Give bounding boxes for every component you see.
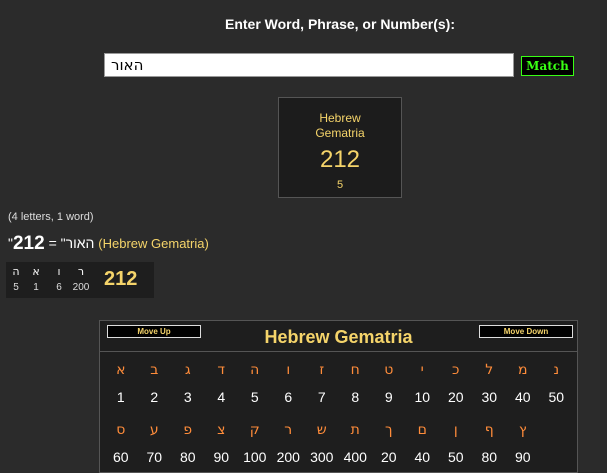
table-letter: צ: [217, 422, 226, 438]
table-letter: כ: [452, 362, 460, 378]
table-letter: ר: [284, 422, 293, 438]
table-value: 10: [414, 389, 431, 405]
move-down-button[interactable]: Move Down: [479, 325, 573, 338]
table-value: 8: [351, 389, 360, 405]
breakdown-value: 200: [72, 282, 90, 293]
table-letter: ח: [350, 362, 360, 378]
table-letter: ם: [417, 422, 427, 438]
table-value: 20: [380, 449, 397, 465]
table-value: 5: [250, 389, 259, 405]
table-value: 90: [514, 449, 531, 465]
divider: [100, 351, 577, 352]
breakdown-letter: ו: [57, 265, 61, 278]
value-row: 60 70 80 90 100 200 300 400 20 40 50 80 90: [104, 445, 573, 469]
table-letter: ק: [249, 422, 260, 438]
table-letter: ע: [149, 422, 159, 438]
word-input[interactable]: [104, 53, 514, 77]
breakdown-column: ה 5: [8, 265, 24, 293]
table-letter: ך: [384, 422, 393, 438]
table-letter: ד: [217, 362, 226, 378]
table-letter: ת: [350, 422, 360, 438]
cipher-label-line2: Gematria: [315, 126, 365, 140]
table-letter: ב: [150, 362, 159, 378]
table-letter: ה: [250, 362, 260, 378]
breakdown-letter: א: [32, 265, 40, 278]
table-letter: ף: [484, 422, 494, 438]
table-value: 2: [150, 389, 159, 405]
letter-row: סעפצקרשתךםןףץ: [104, 418, 573, 442]
table-letter: ן: [453, 422, 458, 438]
gematria-value: 212: [319, 146, 361, 173]
breakdown-total: 212: [104, 268, 138, 290]
breakdown-value: 6: [56, 282, 62, 293]
table-value: 40: [414, 449, 431, 465]
table-letter: ו: [286, 362, 291, 378]
table-value: 200: [276, 449, 300, 465]
letter-breakdown: ה 5 א 1 ו 6 ר 200 212: [6, 262, 154, 298]
table-letter: ס: [116, 422, 126, 438]
match-button[interactable]: Match: [521, 56, 574, 76]
table-letter: פ: [183, 422, 193, 438]
table-letter: ל: [485, 362, 494, 378]
table-value: 80: [481, 449, 498, 465]
breakdown-value: 1: [33, 282, 39, 293]
table-value: 6: [284, 389, 293, 405]
letter-word-count: (4 letters, 1 word): [8, 211, 94, 223]
equation-line: "האור" = 212 (Hebrew Gematria): [8, 233, 209, 255]
letter-row: אבגדהוזחטיכלמנ: [104, 358, 573, 382]
table-value: 9: [384, 389, 393, 405]
table-value: 70: [146, 449, 163, 465]
match-count[interactable]: 5: [279, 179, 401, 191]
breakdown-letter: ר: [77, 265, 85, 278]
table-letter: ג: [184, 362, 191, 378]
cipher-label: Hebrew Gematria: [279, 111, 401, 141]
table-value: 1: [116, 389, 125, 405]
table-value: 60: [112, 449, 129, 465]
cipher-label-line1: Hebrew: [319, 111, 361, 125]
prompt-heading: Enter Word, Phrase, or Number(s):: [224, 16, 455, 32]
value-row: 1 2 3 4 5 6 7 8 9 10 20 30 40 50: [104, 385, 573, 409]
table-value: 50: [447, 449, 464, 465]
table-letter: ש: [316, 422, 327, 438]
table-value: 100: [243, 449, 267, 465]
table-value: 3: [183, 389, 192, 405]
cipher-table: Move Up Hebrew Gematria Move Down אבגדהו…: [99, 320, 578, 473]
table-value: 40: [514, 389, 531, 405]
table-letter: ץ: [518, 422, 527, 438]
table-value: 80: [179, 449, 196, 465]
table-letter: ז: [319, 362, 325, 378]
table-value: 30: [481, 389, 498, 405]
table-letter: נ: [553, 362, 560, 378]
breakdown-column: ו 6: [51, 265, 67, 293]
table-letter: מ: [517, 362, 528, 378]
table-value: 400: [343, 449, 367, 465]
table-value: 20: [447, 389, 464, 405]
breakdown-value: 5: [13, 282, 19, 293]
table-letter: ט: [384, 362, 394, 378]
equation-cipher: (Hebrew Gematria): [98, 236, 209, 251]
table-value: 90: [213, 449, 230, 465]
breakdown-column: ר 200: [68, 265, 94, 293]
table-letter: י: [420, 362, 424, 378]
breakdown-column: א 1: [28, 265, 44, 293]
table-value: 4: [217, 389, 226, 405]
result-card[interactable]: Hebrew Gematria 212 5: [278, 97, 402, 198]
table-value: 50: [548, 389, 565, 405]
equation-value: 212: [12, 233, 45, 254]
equation-equals: =: [44, 235, 61, 251]
table-value: 300: [310, 449, 334, 465]
table-letter: א: [116, 362, 126, 378]
breakdown-letter: ה: [12, 265, 20, 278]
table-value: 7: [317, 389, 326, 405]
